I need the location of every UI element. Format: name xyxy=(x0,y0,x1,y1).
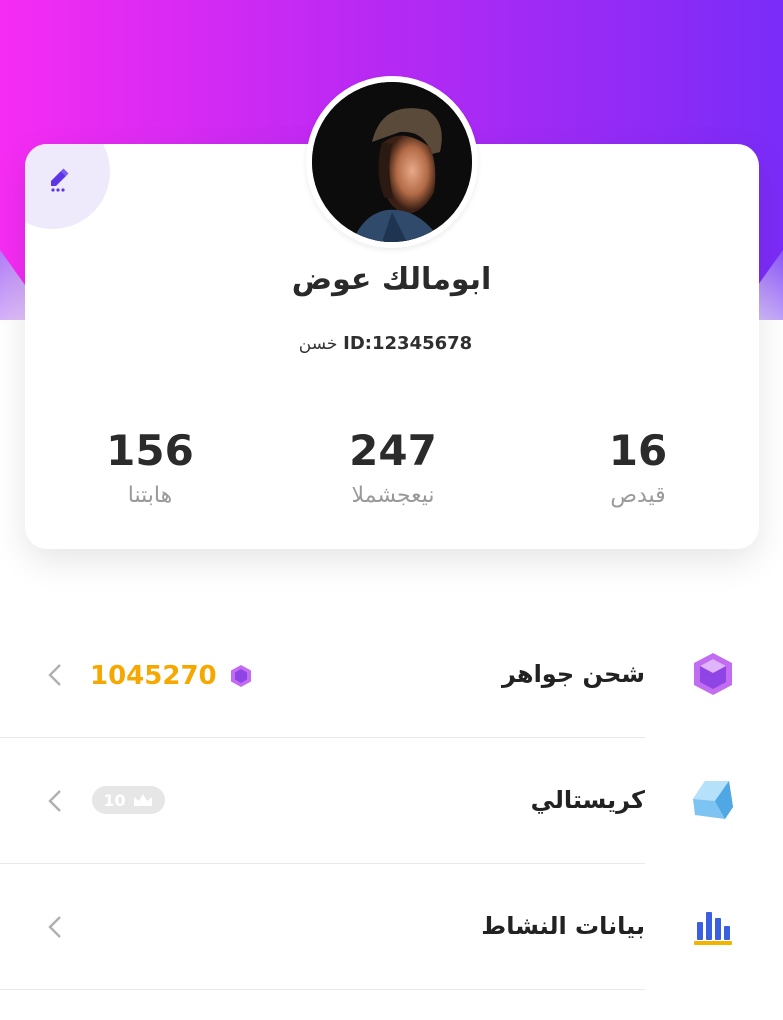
bar-chart-icon xyxy=(688,901,738,951)
stat-value: 16 xyxy=(608,426,668,475)
menu-item-label: شحن جواهر xyxy=(502,660,645,688)
stat-friends[interactable]: 16 قيدص xyxy=(538,425,738,508)
menu-item-label: كريستالي xyxy=(530,786,645,814)
chevron-left-icon xyxy=(44,912,66,942)
crown-icon xyxy=(133,794,152,806)
profile-bio: خسن xyxy=(298,334,338,354)
profile-id: ID:12345678 xyxy=(343,333,473,354)
stat-value: 247 xyxy=(349,426,437,475)
profile-id-line: خسن ID:12345678 xyxy=(0,333,783,354)
badge-count: 10 xyxy=(103,790,126,810)
chevron-left-icon xyxy=(44,786,66,816)
crystal-level-badge: 10 xyxy=(92,786,165,814)
stat-label: قيدص xyxy=(610,483,666,508)
gem-balance-value: 1045270 xyxy=(90,661,217,691)
edit-pencil-icon xyxy=(51,168,69,192)
chevron-left-icon xyxy=(44,660,66,690)
gem-icon xyxy=(688,649,738,699)
stat-value: 156 xyxy=(106,426,194,475)
gem-balance: 1045270 xyxy=(90,656,253,696)
edit-profile-button[interactable] xyxy=(39,158,79,198)
stat-following[interactable]: 247 نيعجشملا xyxy=(293,425,493,508)
stat-label: نيعجشملا xyxy=(351,483,435,508)
menu-item-label: بيانات النشاط xyxy=(481,912,645,940)
menu-item-activity[interactable]: بيانات النشاط xyxy=(0,863,645,990)
stat-followers[interactable]: 156 هابتنا xyxy=(50,425,250,508)
avatar-photo xyxy=(312,82,472,242)
stat-label: هابتنا xyxy=(127,483,173,508)
crystal-icon xyxy=(688,775,738,825)
gem-small-icon xyxy=(230,665,251,687)
avatar[interactable] xyxy=(306,76,478,248)
profile-name: ابومالك عوض xyxy=(291,262,492,297)
